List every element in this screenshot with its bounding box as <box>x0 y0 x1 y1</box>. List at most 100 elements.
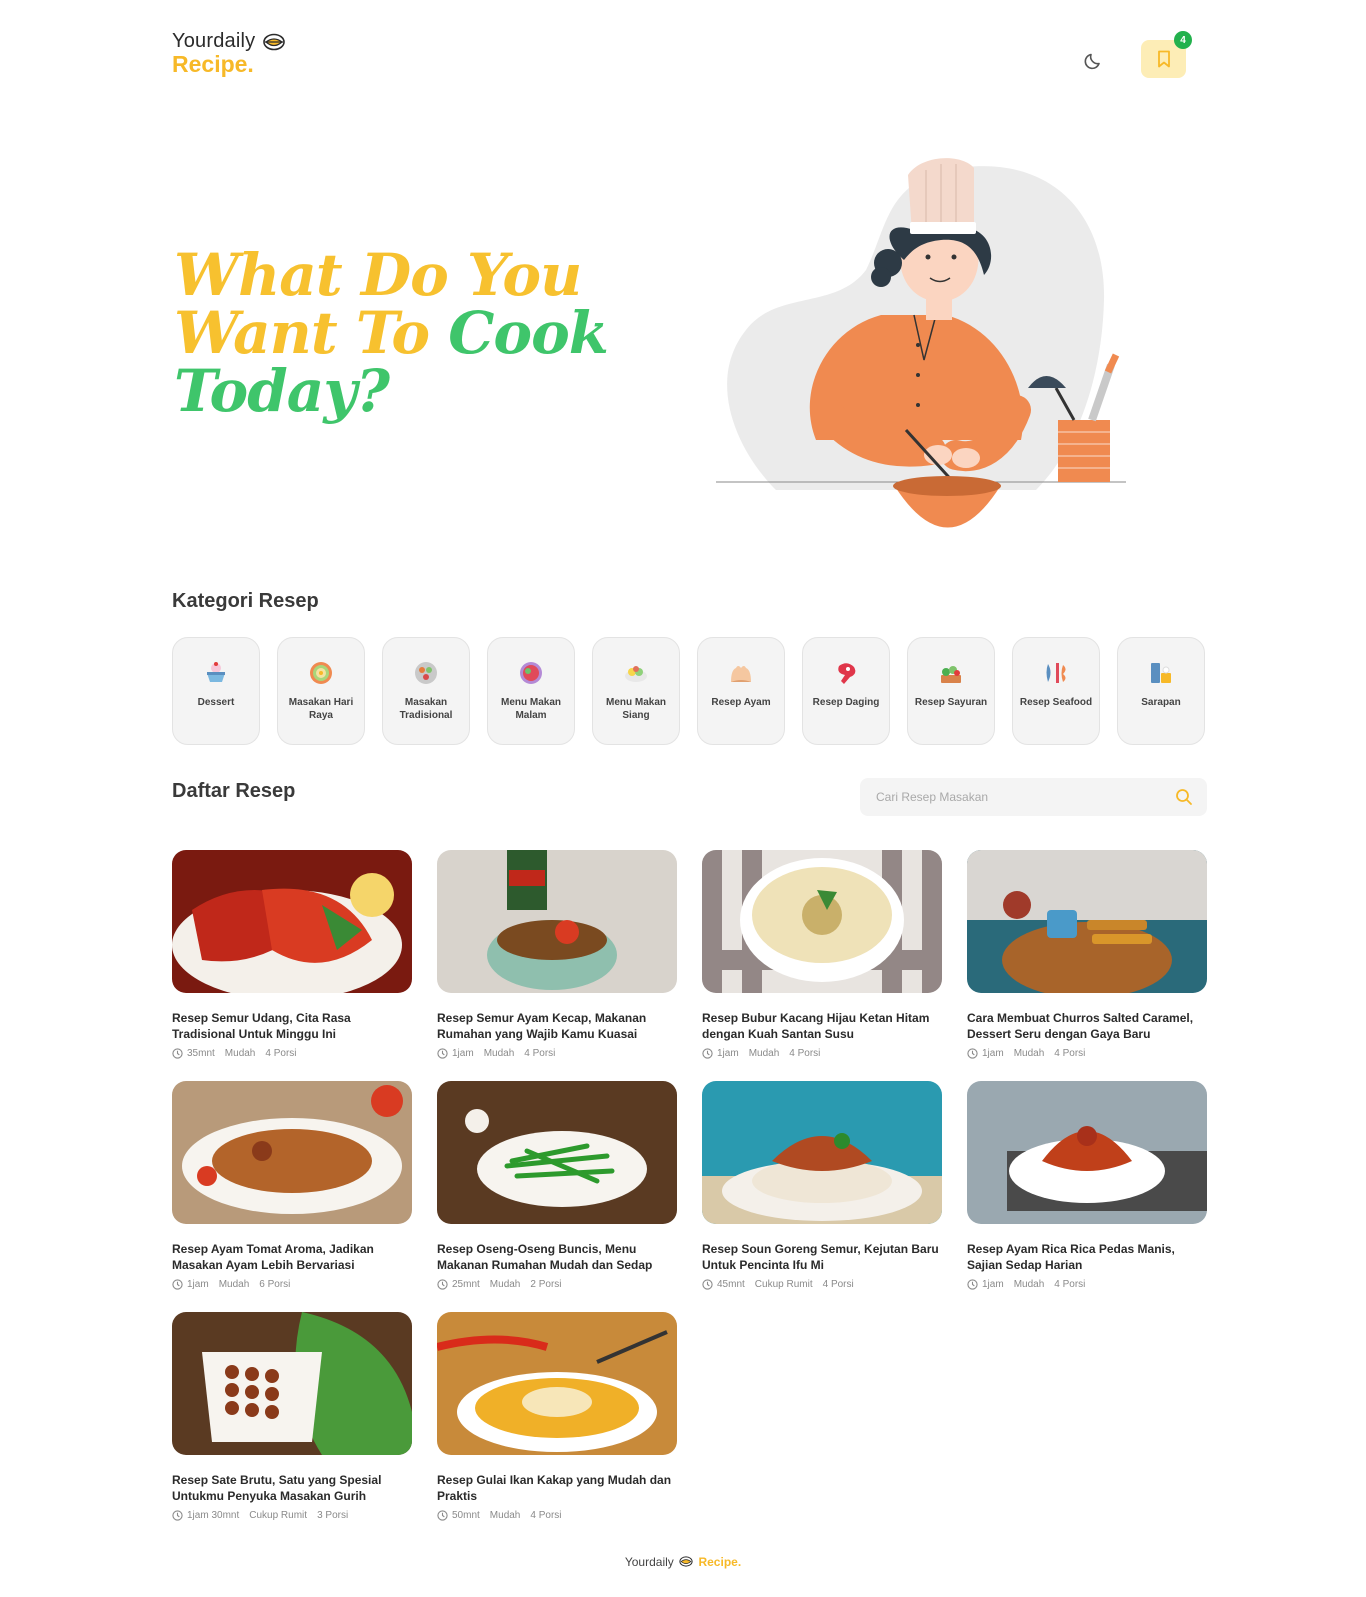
recipe-image[interactable] <box>702 1081 942 1224</box>
recipe-card[interactable]: Resep Sate Brutu, Satu yang Spesial Untu… <box>172 1312 412 1543</box>
category-resep-seafood[interactable]: Resep Seafood <box>1012 637 1100 745</box>
recipe-image[interactable] <box>967 850 1207 998</box>
dark-mode-moon-icon[interactable] <box>1082 48 1106 72</box>
category-resep-ayam[interactable]: Resep Ayam <box>697 637 785 745</box>
recipe-time: 25mnt <box>437 1279 480 1290</box>
search-input[interactable] <box>876 790 1175 804</box>
recipe-title[interactable]: Resep Ayam Rica Rica Pedas Manis, Sajian… <box>967 1241 1207 1273</box>
clock-icon <box>967 1048 978 1059</box>
bowl-logo-icon <box>679 1556 693 1567</box>
category-sarapan[interactable]: Sarapan <box>1117 637 1205 745</box>
category-dessert[interactable]: Dessert <box>172 637 260 745</box>
recipe-meta: 45mnt Cukup Rumit 4 Porsi <box>702 1279 942 1290</box>
footer-brand-left: Yourdaily <box>624 1555 674 1569</box>
recipe-card[interactable]: Resep Ayam Rica Rica Pedas Manis, Sajian… <box>967 1081 1207 1312</box>
category-label: Resep Sayuran <box>914 697 988 708</box>
recipe-time: 50mnt <box>437 1510 480 1521</box>
bookmark-icon <box>1157 50 1170 68</box>
clock-icon <box>437 1279 448 1290</box>
recipe-meta: 1jam Mudah 4 Porsi <box>437 1048 677 1059</box>
recipe-image[interactable] <box>437 1081 677 1224</box>
recipe-image[interactable] <box>172 1081 412 1224</box>
category-label: Menu Makan Malam <box>500 697 561 721</box>
recipe-title[interactable]: Resep Oseng-Oseng Buncis, Menu Makanan R… <box>437 1241 677 1273</box>
recipe-portion: 6 Porsi <box>259 1279 291 1290</box>
hero-heading: What Do You Want To Cook Today? <box>174 246 634 420</box>
recipe-portion: 4 Porsi <box>265 1048 297 1059</box>
search-icon[interactable] <box>1175 788 1193 806</box>
recipe-difficulty: Mudah <box>483 1048 515 1059</box>
recipe-difficulty: Mudah <box>1013 1048 1045 1059</box>
hero-line-2: Want To Cook <box>174 304 634 362</box>
footer-brand-right: Recipe. <box>698 1555 742 1569</box>
recipe-title[interactable]: Resep Ayam Tomat Aroma, Jadikan Masakan … <box>172 1241 412 1273</box>
recipe-portion: 4 Porsi <box>1054 1048 1086 1059</box>
recipe-card[interactable]: Resep Semur Udang, Cita Rasa Tradisional… <box>172 850 412 1081</box>
category-list: Dessert Masakan Hari Raya Masakan Tradis… <box>172 637 1205 745</box>
dessert-icon <box>207 662 225 682</box>
hero-line-3: Today? <box>174 357 390 425</box>
recipe-difficulty: Cukup Rumit <box>754 1279 813 1290</box>
hero-line-1: What Do You <box>174 241 582 309</box>
bowl-logo-icon <box>263 33 286 50</box>
recipe-time-text: 1jam <box>187 1279 209 1290</box>
clock-icon <box>967 1279 978 1290</box>
recipe-title[interactable]: Resep Bubur Kacang Hijau Ketan Hitam den… <box>702 1010 942 1042</box>
recipe-title[interactable]: Resep Semur Ayam Kecap, Makanan Rumahan … <box>437 1010 677 1042</box>
recipe-image[interactable] <box>967 1081 1207 1224</box>
recipe-meta: 25mnt Mudah 2 Porsi <box>437 1279 677 1290</box>
recipe-image[interactable] <box>437 850 677 993</box>
clock-icon <box>172 1279 183 1290</box>
recipe-meta: 35mnt Mudah 4 Porsi <box>172 1048 412 1059</box>
recipe-card[interactable]: Cara Membuat Churros Salted Caramel, Des… <box>967 850 1207 1081</box>
recipe-card[interactable]: Resep Semur Ayam Kecap, Makanan Rumahan … <box>437 850 677 1081</box>
recipe-time: 1jam <box>702 1048 739 1059</box>
recipe-card[interactable]: Resep Soun Goreng Semur, Kejutan Baru Un… <box>702 1081 942 1312</box>
recipe-image[interactable] <box>172 850 412 1000</box>
recipe-time: 35mnt <box>172 1048 215 1059</box>
clock-icon <box>437 1510 448 1521</box>
recipe-time: 1jam <box>172 1279 209 1290</box>
recipe-title[interactable]: Resep Gulai Ikan Kakap yang Mudah dan Pr… <box>437 1472 677 1504</box>
category-masakan-tradisional[interactable]: Masakan Tradisional <box>382 637 470 745</box>
recipe-card[interactable]: Resep Ayam Tomat Aroma, Jadikan Masakan … <box>172 1081 412 1312</box>
recipe-difficulty: Mudah <box>489 1279 521 1290</box>
recipe-portion: 4 Porsi <box>524 1048 556 1059</box>
recipe-card[interactable]: Resep Oseng-Oseng Buncis, Menu Makanan R… <box>437 1081 677 1312</box>
recipe-image[interactable] <box>436 1312 677 1455</box>
category-menu-makan-malam[interactable]: Menu Makan Malam <box>487 637 575 745</box>
recipe-title[interactable]: Resep Soun Goreng Semur, Kejutan Baru Un… <box>702 1241 942 1273</box>
recipe-meta: 1jam Mudah 4 Porsi <box>967 1048 1207 1059</box>
recipe-portion: 4 Porsi <box>822 1279 854 1290</box>
logo[interactable]: Yourdaily Recipe. <box>172 30 312 78</box>
dinner-icon <box>520 662 542 684</box>
category-label: Menu Makan Siang <box>605 697 666 721</box>
recipe-time: 1jam <box>437 1048 474 1059</box>
recipe-image[interactable] <box>702 850 942 993</box>
bookmark-count-badge: 4 <box>1174 31 1192 49</box>
category-resep-sayuran[interactable]: Resep Sayuran <box>907 637 995 745</box>
meat-icon <box>838 663 856 684</box>
recipe-portion: 4 Porsi <box>530 1510 562 1521</box>
recipe-title[interactable]: Cara Membuat Churros Salted Caramel, Des… <box>967 1010 1207 1042</box>
recipe-title[interactable]: Resep Semur Udang, Cita Rasa Tradisional… <box>172 1010 412 1042</box>
recipe-card[interactable]: Resep Bubur Kacang Hijau Ketan Hitam den… <box>702 850 942 1081</box>
recipe-title[interactable]: Resep Sate Brutu, Satu yang Spesial Untu… <box>172 1472 412 1504</box>
lunch-icon <box>625 666 647 682</box>
recipe-meta: 1jam Mudah 4 Porsi <box>702 1048 942 1059</box>
clock-icon <box>702 1279 713 1290</box>
clock-icon <box>172 1048 183 1059</box>
breakfast-icon <box>1151 663 1171 683</box>
recipe-time: 45mnt <box>702 1279 745 1290</box>
category-menu-makan-siang[interactable]: Menu Makan Siang <box>592 637 680 745</box>
category-resep-daging[interactable]: Resep Daging <box>802 637 890 745</box>
recipe-time-text: 50mnt <box>452 1510 480 1521</box>
recipe-difficulty: Mudah <box>489 1510 521 1521</box>
logo-text-bottom: Recipe. <box>172 51 254 77</box>
bookmark-button[interactable]: 4 <box>1141 31 1192 78</box>
recipe-card[interactable]: Resep Gulai Ikan Kakap yang Mudah dan Pr… <box>436 1312 677 1543</box>
category-label: Masakan Hari Raya <box>288 697 354 721</box>
recipe-image[interactable] <box>172 1312 412 1455</box>
category-masakan-hari-raya[interactable]: Masakan Hari Raya <box>277 637 365 745</box>
traditional-dish-icon <box>415 662 437 684</box>
